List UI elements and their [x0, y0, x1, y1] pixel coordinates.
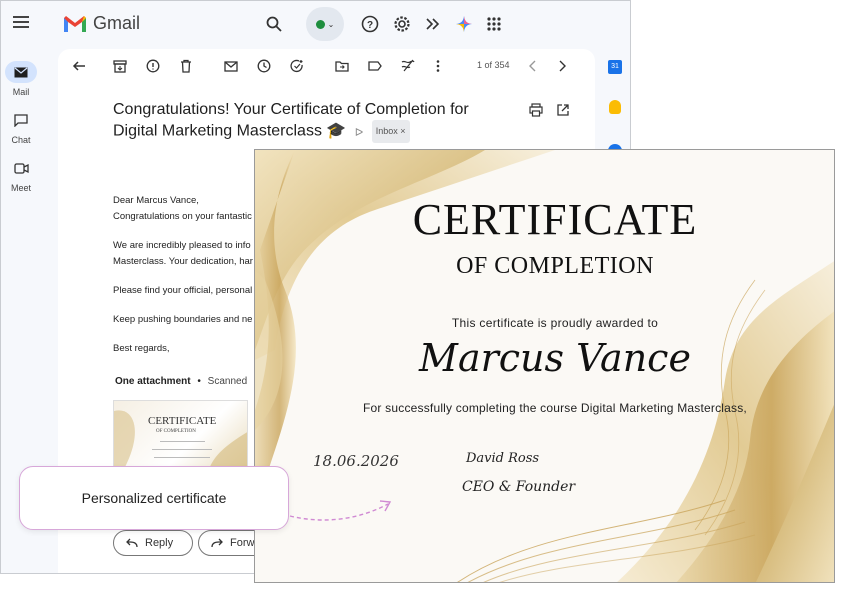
status-icon	[315, 19, 325, 29]
snooze-icon[interactable]	[256, 58, 272, 74]
attachment-scan-status: Scanned	[207, 376, 248, 387]
nav-item-meet[interactable]: Meet	[1, 149, 41, 197]
older-icon[interactable]	[554, 58, 570, 74]
gmail-logo-icon	[64, 15, 86, 32]
right-side-panel: 31	[602, 56, 628, 152]
pager-text: 1 of 354	[477, 60, 510, 70]
reply-button[interactable]: Reply	[113, 530, 193, 556]
subject-text: Congratulations! Your Certificate of Com…	[113, 101, 469, 140]
label-close-icon[interactable]: ×	[400, 126, 405, 136]
course-text: For successfully completing the course D…	[363, 401, 747, 415]
app-title: Gmail	[93, 13, 141, 33]
reply-icon	[126, 538, 138, 548]
mark-unread-icon[interactable]	[223, 58, 239, 74]
nav-label-meet: Meet	[10, 183, 31, 193]
root: Gmail ⌄ ? Mail Chat Meet 1 of 354 Congra…	[0, 0, 853, 599]
nav-item-chat[interactable]: Chat	[1, 101, 41, 149]
meet-icon	[5, 157, 37, 179]
mail-icon	[5, 61, 37, 83]
calendar-icon[interactable]: 31	[608, 60, 622, 74]
move-to-icon[interactable]	[334, 58, 350, 74]
body-line: Masterclass. Your dedication, har	[113, 256, 253, 267]
print-icon[interactable]	[528, 102, 544, 118]
signer-role: CEO & Founder	[462, 479, 576, 495]
email-body: Dear Marcus Vance, Congratulations on yo…	[113, 194, 263, 371]
attachment-separator: •	[197, 376, 201, 387]
thumb-title: CERTIFICATE	[148, 415, 217, 427]
back-icon[interactable]	[71, 58, 87, 74]
email-toolbar: 1 of 354	[58, 49, 595, 83]
certificate-title: CERTIFICATE	[412, 195, 698, 244]
importance-icon[interactable]: ᐅ	[355, 127, 363, 139]
status-toggle[interactable]: ⌄	[306, 7, 344, 41]
thumb-subtitle: OF COMPLETION	[156, 429, 196, 434]
inbox-label[interactable]: Inbox ×	[371, 120, 410, 143]
callout-arrow	[289, 500, 392, 521]
certificate-subtitle: OF COMPLETION	[456, 253, 654, 279]
add-task-icon[interactable]	[289, 58, 305, 74]
signature: David Ross	[466, 451, 540, 466]
email-subject: Congratulations! Your Certificate of Com…	[113, 99, 513, 144]
thumb-text-line	[160, 441, 205, 442]
inbox-label-text: Inbox	[375, 126, 398, 136]
keep-icon[interactable]	[609, 100, 621, 114]
more-vert-icon[interactable]	[430, 58, 446, 74]
recipient-name: Marcus Vance	[419, 336, 691, 380]
body-line: Keep pushing boundaries and ne	[113, 314, 253, 325]
top-bar: Gmail ⌄ ?	[1, 1, 630, 47]
body-line: We are incredibly pleased to info	[113, 240, 251, 251]
filter-icon[interactable]	[400, 58, 416, 74]
archive-icon[interactable]	[112, 58, 128, 74]
chevron-down-icon: ⌄	[327, 19, 335, 29]
open-new-window-icon[interactable]	[555, 102, 571, 118]
addons-icon[interactable]	[422, 13, 444, 35]
certificate-date: 18.06.2026	[313, 452, 399, 470]
gmail-logo[interactable]: Gmail	[63, 13, 140, 34]
nav-label-mail: Mail	[12, 87, 30, 97]
help-icon[interactable]: ?	[359, 13, 381, 35]
feature-callout: Personalized certificate	[19, 466, 289, 530]
thumb-text-line	[154, 457, 210, 458]
apps-icon[interactable]	[483, 13, 505, 35]
attachment-thumbnail[interactable]: CERTIFICATE OF COMPLETION	[113, 400, 248, 468]
label-icon[interactable]	[367, 58, 383, 74]
body-line: Best regards,	[113, 343, 170, 354]
body-line: Congratulations on your fantastic	[113, 211, 252, 222]
attachment-count: One attachment	[115, 376, 191, 387]
forward-icon	[211, 538, 223, 548]
search-icon[interactable]	[263, 13, 285, 35]
nav-item-mail[interactable]: Mail	[1, 53, 41, 101]
gemini-icon[interactable]	[453, 13, 475, 35]
body-line: Please find your official, personal	[113, 285, 253, 296]
attachment-header: One attachment • Scanned	[115, 376, 247, 387]
menu-icon[interactable]	[13, 16, 29, 30]
chat-icon	[5, 109, 37, 131]
thumb-text-line	[152, 449, 212, 450]
body-line: Dear Marcus Vance,	[113, 195, 199, 206]
nav-label-chat: Chat	[11, 135, 31, 145]
left-nav: Mail Chat Meet	[1, 53, 41, 197]
reply-label: Reply	[145, 537, 174, 549]
callout-text: Personalized certificate	[81, 490, 227, 506]
certificate-awarded-text: This certificate is proudly awarded to	[451, 316, 659, 330]
settings-icon[interactable]	[391, 13, 413, 35]
svg-text:?: ?	[367, 20, 373, 31]
newer-icon[interactable]	[525, 58, 541, 74]
delete-icon[interactable]	[178, 58, 194, 74]
report-spam-icon[interactable]	[145, 58, 161, 74]
